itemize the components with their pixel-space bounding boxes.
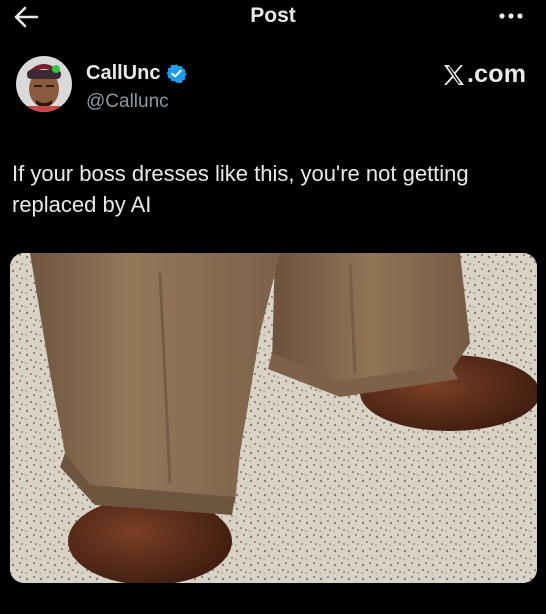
post-image[interactable]: [10, 253, 537, 583]
profile-photo: [16, 56, 72, 112]
author-handle[interactable]: @Callunc: [86, 91, 169, 113]
post-text: If your boss dresses like this, you're n…: [12, 161, 469, 217]
x-brand-watermark: .com: [442, 60, 526, 89]
x-logo-icon: [444, 64, 464, 85]
author-name-row[interactable]: CallUnc: [86, 62, 188, 85]
avatar[interactable]: [16, 56, 72, 112]
more-horizontal-icon: [499, 13, 523, 19]
author-name[interactable]: CallUnc: [86, 62, 160, 85]
page-title: Post: [250, 4, 296, 27]
brand-domain-text: .com: [467, 60, 527, 88]
top-bar: Post: [0, 0, 546, 34]
photo: [10, 253, 537, 583]
verified-badge-icon: [166, 64, 188, 84]
more-options-button[interactable]: [494, 8, 528, 24]
